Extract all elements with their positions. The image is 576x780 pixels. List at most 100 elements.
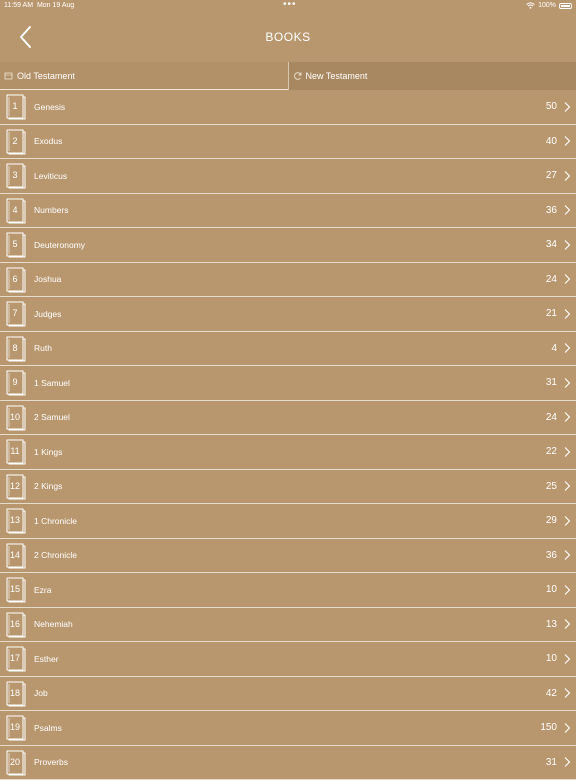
- book-name: 1 Kings: [34, 447, 62, 457]
- chapter-count: 21: [546, 308, 557, 319]
- chevron-right-icon: [563, 411, 571, 423]
- book-row-2-chronicle[interactable]: 14 2 Chronicle 36: [0, 539, 576, 574]
- tab-old-testament[interactable]: Old Testament: [0, 62, 288, 90]
- chevron-right-icon: [563, 135, 571, 147]
- book-number: 14: [7, 550, 23, 560]
- chevron-right-icon: [563, 653, 571, 665]
- chapter-count: 27: [546, 170, 557, 181]
- chevron-right-icon: [563, 273, 571, 285]
- book-row-esther[interactable]: 17 Esther 10: [0, 642, 576, 677]
- book-icon: 18: [6, 681, 26, 707]
- book-name: 2 Samuel: [34, 412, 70, 422]
- chevron-right-icon: [563, 515, 571, 527]
- chapter-count: 150: [540, 722, 557, 733]
- book-row-1-chronicle[interactable]: 131 Chronicle29: [0, 504, 576, 539]
- book-name: Leviticus: [34, 171, 67, 181]
- book-row-judges[interactable]: 7 Judges 21: [0, 297, 576, 332]
- book-number: 10: [7, 412, 23, 422]
- book-row-2-kings[interactable]: 122 Kings25: [0, 470, 576, 505]
- book-number: 8: [7, 343, 23, 353]
- book-number: 19: [7, 722, 23, 732]
- book-number: 13: [7, 515, 23, 525]
- battery-percent: 100%: [538, 2, 556, 9]
- chapter-count: 10: [546, 584, 557, 595]
- book-row-deuteronomy[interactable]: 5 Deuteronomy 34: [0, 228, 576, 263]
- book-row-2-samuel[interactable]: 10 2 Samuel 24: [0, 401, 576, 436]
- book-icon: 5: [6, 232, 26, 258]
- chapter-count: 34: [546, 239, 557, 250]
- book-icon: 7: [6, 301, 26, 327]
- book-number: 18: [7, 688, 23, 698]
- book-icon: 16: [6, 612, 26, 638]
- book-row-ezra[interactable]: 15 Ezra 10: [0, 573, 576, 608]
- book-icon: 2: [6, 129, 26, 155]
- book-icon: 8: [6, 336, 26, 362]
- book-icon: 14: [6, 543, 26, 569]
- book-scroll-icon: [4, 71, 14, 81]
- book-name: Deuteronomy: [34, 240, 85, 250]
- book-name: Ruth: [34, 343, 52, 353]
- chapter-count: 50: [546, 101, 557, 112]
- chapter-count: 36: [546, 205, 557, 216]
- chapter-count: 31: [546, 377, 557, 388]
- book-row-ruth[interactable]: 8 Ruth 4: [0, 332, 576, 367]
- book-row-proverbs[interactable]: 20Proverbs31: [0, 746, 576, 780]
- book-number: 15: [7, 584, 23, 594]
- book-icon: 19: [6, 715, 26, 741]
- book-name: 2 Chronicle: [34, 550, 77, 560]
- book-name: 1 Samuel: [34, 378, 70, 388]
- book-name: Psalms: [34, 723, 62, 733]
- chapter-count: 29: [546, 515, 557, 526]
- book-row-job[interactable]: 18Job42: [0, 677, 576, 712]
- chapter-count: 31: [546, 757, 557, 768]
- book-row-numbers[interactable]: 4 Numbers 36: [0, 194, 576, 229]
- chevron-right-icon: [563, 446, 571, 458]
- book-icon: 20: [6, 750, 26, 776]
- chapter-count: 24: [546, 274, 557, 285]
- chapter-count: 10: [546, 653, 557, 664]
- chevron-right-icon: [563, 170, 571, 182]
- book-number: 5: [7, 239, 23, 249]
- multitask-dots-icon[interactable]: •••: [283, 0, 297, 10]
- book-number: 16: [7, 619, 23, 629]
- book-name: Nehemiah: [34, 619, 73, 629]
- book-row-leviticus[interactable]: 3 Leviticus 27: [0, 159, 576, 194]
- wifi-icon: [526, 2, 535, 9]
- book-name: Exodus: [34, 136, 62, 146]
- book-number: 1: [7, 101, 23, 111]
- book-icon: 3: [6, 163, 26, 189]
- status-bar: 11:59 AM Mon 19 Aug ••• 100%: [0, 0, 576, 12]
- book-row-nehemiah[interactable]: 16 Nehemiah 13: [0, 608, 576, 643]
- book-row-1-kings[interactable]: 111 Kings22: [0, 435, 576, 470]
- book-name: Genesis: [34, 102, 65, 112]
- battery-icon: [559, 3, 572, 9]
- book-row-psalms[interactable]: 19 Psalms 150: [0, 711, 576, 746]
- book-name: Esther: [34, 654, 59, 664]
- chevron-right-icon: [563, 377, 571, 389]
- chapter-count: 4: [551, 343, 557, 354]
- book-number: 12: [7, 481, 23, 491]
- status-date: Mon 19 Aug: [37, 2, 74, 9]
- tab-new-testament[interactable]: New Testament: [288, 62, 576, 90]
- chevron-right-icon: [563, 204, 571, 216]
- book-row-joshua[interactable]: 6 Joshua 24: [0, 263, 576, 298]
- chevron-right-icon: [563, 722, 571, 734]
- book-number: 6: [7, 274, 23, 284]
- page-title: BOOKS: [0, 30, 576, 44]
- chapter-count: 13: [546, 619, 557, 630]
- chapter-count: 24: [546, 412, 557, 423]
- book-row-genesis[interactable]: 1 Genesis 50: [0, 90, 576, 125]
- book-name: Judges: [34, 309, 61, 319]
- book-row-exodus[interactable]: 2Exodus40: [0, 125, 576, 160]
- book-number: 4: [7, 205, 23, 215]
- chapter-count: 36: [546, 550, 557, 561]
- book-name: Joshua: [34, 274, 61, 284]
- book-icon: 17: [6, 646, 26, 672]
- book-name: Numbers: [34, 205, 68, 215]
- testament-tabs: Old Testament New Testament: [0, 62, 576, 90]
- book-icon: 9: [6, 370, 26, 396]
- chapter-count: 25: [546, 481, 557, 492]
- book-name: Ezra: [34, 585, 51, 595]
- book-row-1-samuel[interactable]: 9 1 Samuel 31: [0, 366, 576, 401]
- chevron-right-icon: [563, 584, 571, 596]
